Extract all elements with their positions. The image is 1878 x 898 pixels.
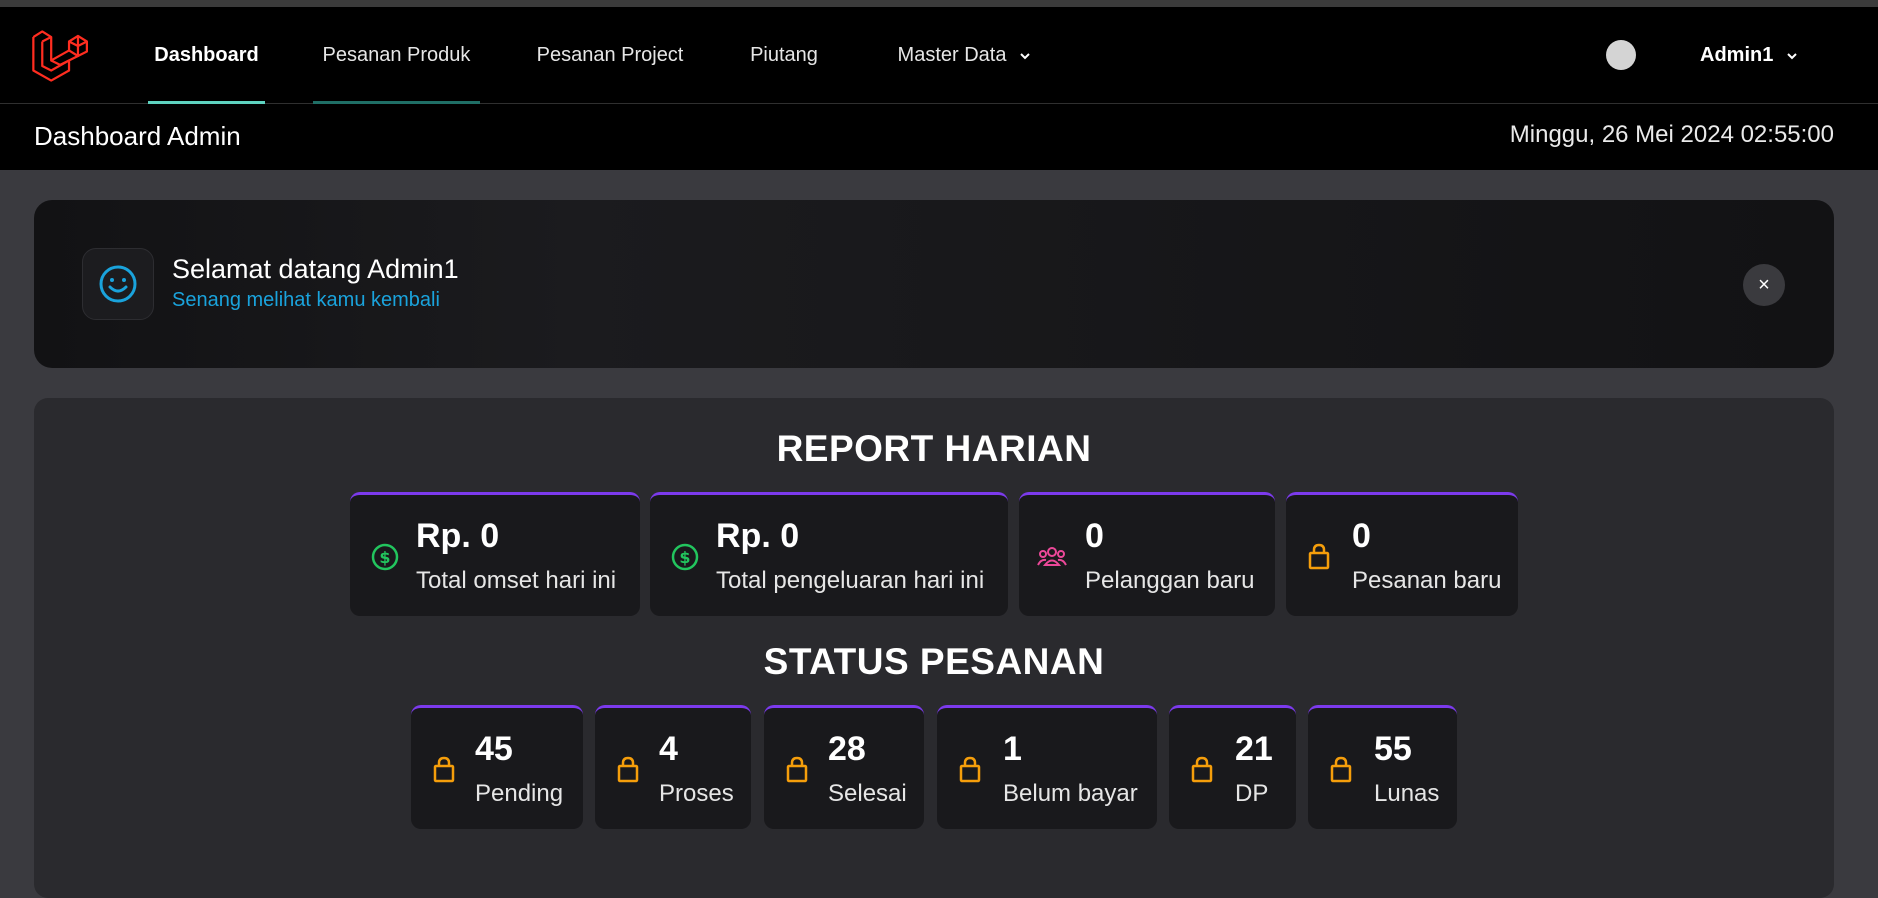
nav-master-data-dropdown[interactable]: Master Data [880, 7, 1050, 104]
report-card-pelanggan: 0 Pelanggan baru [1019, 492, 1275, 616]
nav-dashboard-label: Dashboard [154, 44, 259, 66]
page-title: Dashboard Admin [34, 121, 241, 151]
card-value: 0 [1352, 517, 1371, 555]
laravel-logo-icon[interactable] [30, 27, 88, 85]
nav-master-data-label: Master Data [897, 44, 1007, 66]
card-label: Pending [475, 780, 564, 807]
shopping-bag-icon [959, 756, 981, 783]
shopping-bag-icon [1330, 756, 1352, 783]
avatar[interactable] [1606, 40, 1636, 70]
card-value: 55 [1374, 730, 1412, 768]
card-label: Total omset hari ini [416, 567, 617, 594]
status-title: STATUS PESANAN [763, 641, 1105, 682]
nav-pesanan-project[interactable]: Pesanan Project [530, 7, 690, 104]
shopping-bag-icon [786, 756, 808, 783]
card-value: 0 [1085, 517, 1104, 555]
nav-piutang[interactable]: Piutang [740, 7, 828, 104]
welcome-title: Selamat datang Admin1 [172, 254, 459, 284]
status-card-belum-bayar: 1 Belum bayar [937, 705, 1157, 829]
nav-pesanan-produk-label: Pesanan Produk [322, 44, 471, 66]
nav-dashboard[interactable]: Dashboard [148, 7, 265, 104]
chevron-down-icon [1787, 52, 1798, 59]
dollar-circle-icon: $ [671, 543, 699, 571]
welcome-subtitle: Senang melihat kamu kembali [172, 289, 440, 311]
card-value: Rp. 0 [716, 517, 800, 555]
svg-text:$: $ [679, 548, 690, 567]
card-value: 4 [659, 730, 678, 768]
nav-piutang-label: Piutang [750, 44, 818, 66]
welcome-banner: Selamat datang Admin1 Senang melihat kam… [34, 200, 1834, 368]
report-card-pengeluaran: $ Rp. 0 Total pengeluaran hari ini [650, 492, 1008, 616]
status-card-pending: 45 Pending [411, 705, 583, 829]
report-panel: REPORT HARIAN $ Rp. 0 Total omset hari i… [34, 398, 1834, 898]
users-icon [1037, 547, 1067, 566]
card-label: Proses [659, 780, 734, 807]
welcome-icon-box [82, 248, 154, 320]
nav-pesanan-produk[interactable]: Pesanan Produk [313, 7, 480, 104]
card-value: 1 [1003, 730, 1022, 768]
report-card-pesanan: 0 Pesanan baru [1286, 492, 1518, 616]
card-value: 45 [475, 730, 513, 768]
report-title: REPORT HARIAN [776, 428, 1092, 469]
card-value: 28 [828, 730, 866, 768]
card-label: Pelanggan baru [1085, 567, 1255, 594]
shopping-bag-icon [1191, 756, 1213, 783]
dollar-circle-icon: $ [371, 543, 399, 571]
card-label: Selesai [828, 780, 907, 807]
status-card-lunas: 55 Lunas [1308, 705, 1457, 829]
card-label: Lunas [1374, 780, 1440, 807]
top-navbar: Dashboard Pesanan Produk Pesanan Project… [0, 7, 1878, 104]
card-label: Pesanan baru [1352, 567, 1502, 594]
smiley-icon [99, 265, 137, 303]
window-top-strip [0, 0, 1878, 7]
page-header: Dashboard Admin Minggu, 26 Mei 2024 02:5… [0, 104, 1878, 170]
card-value: Rp. 0 [416, 517, 500, 555]
close-button[interactable]: × [1743, 264, 1785, 306]
nav-pesanan-project-label: Pesanan Project [536, 44, 684, 66]
user-menu-dropdown[interactable]: Admin1 [1700, 7, 1799, 104]
status-card-dp: 21 DP [1169, 705, 1296, 829]
card-value: 21 [1235, 730, 1273, 768]
card-label: DP [1235, 780, 1269, 807]
status-card-proses: 4 Proses [595, 705, 751, 829]
shopping-bag-icon [433, 756, 455, 783]
shopping-bag-icon [1308, 543, 1330, 570]
chevron-down-icon [1020, 52, 1031, 59]
close-icon: × [1758, 273, 1770, 296]
user-name: Admin1 [1700, 44, 1774, 66]
card-label: Belum bayar [1003, 780, 1138, 807]
shopping-bag-icon [617, 756, 639, 783]
report-card-omset: $ Rp. 0 Total omset hari ini [350, 492, 640, 616]
current-datetime: Minggu, 26 Mei 2024 02:55:00 [1509, 121, 1834, 148]
status-card-selesai: 28 Selesai [764, 705, 924, 829]
card-label: Total pengeluaran hari ini [716, 567, 985, 594]
svg-text:$: $ [379, 548, 390, 567]
